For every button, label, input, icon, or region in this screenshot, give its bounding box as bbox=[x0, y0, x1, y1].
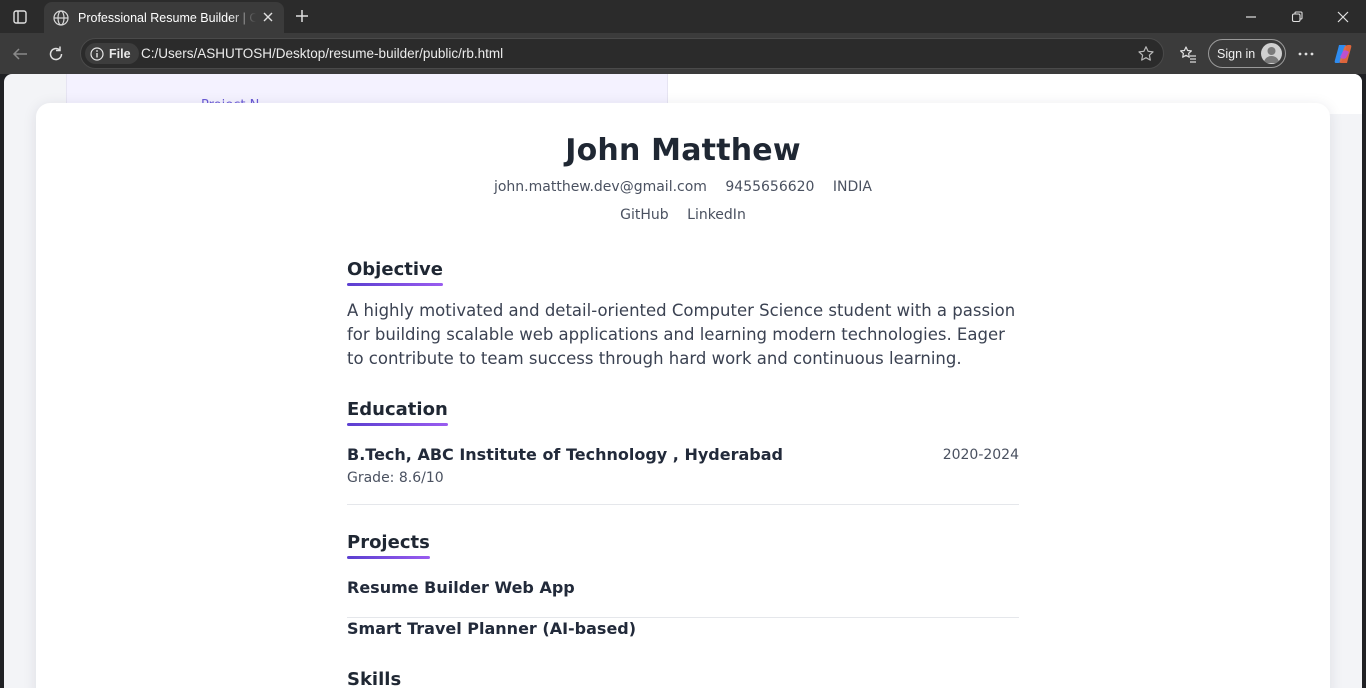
copilot-icon[interactable] bbox=[1330, 41, 1356, 67]
projects-heading: Projects bbox=[347, 532, 430, 559]
github-link[interactable]: GitHub bbox=[620, 207, 669, 223]
education-divider bbox=[347, 504, 1019, 505]
reload-icon[interactable] bbox=[43, 41, 69, 67]
project-item: Smart Travel Planner (AI-based) bbox=[347, 619, 637, 638]
contact-email: john.matthew.dev@gmail.com bbox=[493, 179, 707, 195]
url-text[interactable]: C:/Users/ASHUTOSH/Desktop/resume-builder… bbox=[141, 46, 503, 61]
favorite-star-icon[interactable] bbox=[1137, 45, 1155, 63]
contact-phone: 9455656620 bbox=[725, 179, 815, 195]
education-heading: Education bbox=[347, 399, 448, 426]
profile-links: GitHub LinkedIn bbox=[347, 207, 1019, 223]
address-bar[interactable]: File C:/Users/ASHUTOSH/Desktop/resume-bu… bbox=[80, 38, 1164, 69]
skills-heading: Skills bbox=[347, 669, 401, 688]
objective-heading: Objective bbox=[347, 259, 443, 286]
browser-tab[interactable]: Professional Resume Builder | Craft bbox=[44, 2, 284, 33]
site-info-chip[interactable]: File bbox=[85, 43, 139, 64]
more-options-icon[interactable] bbox=[1293, 41, 1319, 67]
project-divider bbox=[347, 617, 1019, 618]
favorites-icon[interactable] bbox=[1175, 41, 1201, 67]
sign-in-label: Sign in bbox=[1217, 46, 1256, 61]
restore-icon[interactable] bbox=[1274, 0, 1320, 33]
education-degree: B.Tech, ABC Institute of Technology , Hy… bbox=[347, 445, 783, 464]
page-viewport: Project N John Matthew john.matthew.dev@… bbox=[4, 74, 1362, 688]
linkedin-link[interactable]: LinkedIn bbox=[687, 207, 746, 223]
project-item: Resume Builder Web App bbox=[347, 578, 575, 597]
info-icon bbox=[90, 46, 104, 61]
back-icon[interactable] bbox=[7, 41, 33, 67]
contact-country: INDIA bbox=[832, 179, 873, 195]
sign-in-button[interactable]: Sign in bbox=[1208, 39, 1286, 68]
education-grade: Grade: 8.6/10 bbox=[347, 470, 444, 486]
globe-icon bbox=[53, 9, 69, 26]
close-tab-icon[interactable] bbox=[260, 9, 276, 25]
tab-title: Professional Resume Builder | Craft bbox=[78, 10, 256, 25]
minimize-icon[interactable] bbox=[1228, 0, 1274, 33]
close-window-icon[interactable] bbox=[1320, 0, 1366, 33]
site-info-label: File bbox=[109, 46, 131, 61]
tab-strip: Professional Resume Builder | Craft bbox=[0, 0, 1366, 33]
resume-name: John Matthew bbox=[565, 133, 801, 168]
education-years: 2020-2024 bbox=[942, 447, 1019, 463]
contact-info: john.matthew.dev@gmail.com 9455656620 IN… bbox=[347, 179, 1019, 195]
resume-preview: John Matthew john.matthew.dev@gmail.com … bbox=[36, 103, 1330, 688]
browser-toolbar: File C:/Users/ASHUTOSH/Desktop/resume-bu… bbox=[0, 33, 1366, 74]
objective-text: A highly motivated and detail-oriented C… bbox=[347, 301, 1016, 368]
profile-avatar-icon bbox=[1261, 43, 1282, 64]
new-tab-icon[interactable] bbox=[291, 5, 313, 27]
tab-actions-icon[interactable] bbox=[8, 6, 32, 28]
